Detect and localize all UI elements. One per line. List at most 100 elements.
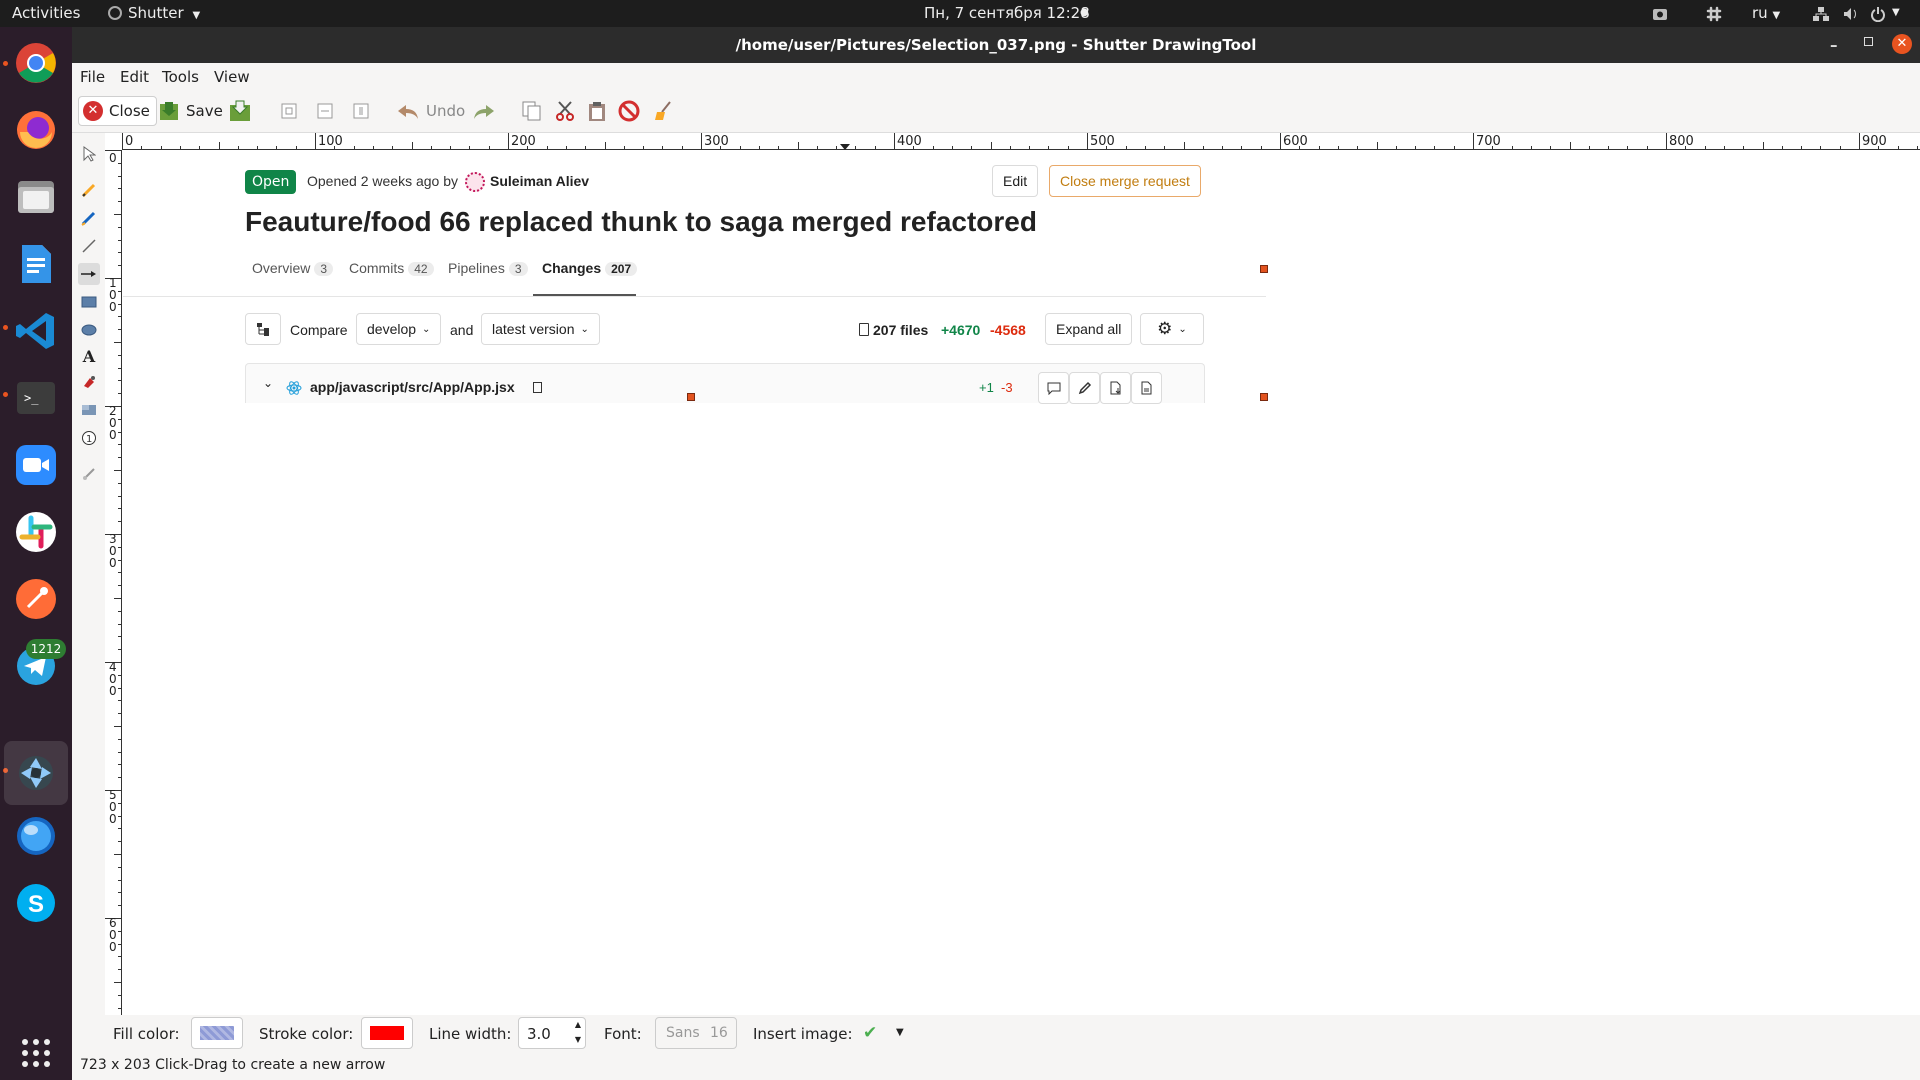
highlighter-tool-icon[interactable] xyxy=(78,207,100,229)
close-window-icon[interactable]: ✕ xyxy=(1892,34,1912,54)
resize-handle[interactable] xyxy=(687,393,695,401)
undo-button-label: Undo xyxy=(426,102,466,120)
stroke-color-button[interactable] xyxy=(361,1017,413,1049)
language-indicator[interactable]: ru ▼ xyxy=(1752,4,1780,22)
zoom-in-icon xyxy=(281,103,297,119)
files-icon[interactable] xyxy=(10,171,62,223)
text-tool-icon[interactable]: A xyxy=(78,345,100,367)
redo-button[interactable] xyxy=(472,96,496,126)
zoom-out-icon xyxy=(317,103,333,119)
arrow-tool-icon[interactable] xyxy=(78,263,100,285)
copy-path-icon xyxy=(533,382,542,393)
additions-count: +4670 xyxy=(941,322,981,338)
checkmark-icon[interactable]: ✔ xyxy=(863,1023,877,1043)
censor-tool-icon[interactable] xyxy=(78,371,100,393)
globe-app-icon[interactable] xyxy=(10,810,62,862)
clear-button[interactable] xyxy=(652,96,674,126)
resize-handle[interactable] xyxy=(1260,393,1268,401)
ruler-label: 0 xyxy=(109,151,117,165)
close-button[interactable]: ✕ Close xyxy=(78,96,157,126)
firefox-icon[interactable] xyxy=(10,104,62,156)
shutter-icon[interactable] xyxy=(4,741,68,805)
cut-button[interactable] xyxy=(554,96,576,126)
file-arrow-icon xyxy=(1110,381,1120,395)
select-tool-icon[interactable] xyxy=(78,143,100,165)
export-button[interactable] xyxy=(228,96,252,126)
line-width-spinner[interactable]: 3.0 ▲ ▼ xyxy=(518,1017,586,1049)
copy-button[interactable] xyxy=(520,96,542,126)
file-additions: +1 xyxy=(979,380,994,395)
toolbar: ✕ Close Save Undo xyxy=(72,90,1920,133)
spin-up-icon[interactable]: ▲ xyxy=(575,1020,581,1029)
number-tool-icon[interactable]: 1 xyxy=(78,427,100,449)
fill-color-label: Fill color: xyxy=(113,1025,180,1043)
svg-text:1: 1 xyxy=(86,434,92,445)
chevron-down-icon[interactable]: ▼ xyxy=(1892,7,1900,18)
crop-tool-icon[interactable] xyxy=(78,463,100,485)
ellipse-tool-icon[interactable] xyxy=(78,319,100,341)
save-button-label: Save xyxy=(186,102,223,120)
menu-edit[interactable]: Edit xyxy=(120,68,149,86)
font-size: 16 xyxy=(710,1025,728,1041)
power-icon[interactable] xyxy=(1870,4,1886,22)
vscode-icon[interactable] xyxy=(10,305,62,357)
ruler-label: 200 xyxy=(511,134,536,149)
paste-button[interactable] xyxy=(586,96,608,126)
chevron-down-icon: ⌄ xyxy=(1178,323,1187,335)
libreoffice-writer-icon[interactable] xyxy=(10,238,62,290)
fill-swatch xyxy=(200,1026,234,1040)
edit-button-label: Edit xyxy=(1003,173,1028,189)
cut-icon xyxy=(556,101,574,121)
copy-icon xyxy=(522,101,541,121)
spin-down-icon[interactable]: ▼ xyxy=(575,1035,581,1044)
avatar xyxy=(465,172,485,192)
slack-tray-icon[interactable] xyxy=(1706,4,1722,22)
shutter-app-menu[interactable]: Shutter ▼ xyxy=(108,4,200,22)
line-tool-icon[interactable] xyxy=(78,235,100,257)
pixelate-tool-icon[interactable] xyxy=(78,399,100,421)
postman-icon[interactable] xyxy=(10,573,62,625)
clock[interactable]: Пн, 7 сентября 12:28 xyxy=(924,4,1090,22)
drawing-tools-panel: A 1 xyxy=(72,133,105,1015)
save-button[interactable]: Save xyxy=(158,96,223,126)
paste-icon xyxy=(589,102,605,121)
skype-icon[interactable]: S xyxy=(10,877,62,929)
opened-text: Opened 2 weeks ago by xyxy=(307,173,458,189)
file-tree-toggle xyxy=(245,313,281,345)
freehand-tool-icon[interactable] xyxy=(78,179,100,201)
font-button[interactable]: Sans 16 xyxy=(655,1017,737,1049)
activities-button[interactable]: Activities xyxy=(12,4,80,22)
chrome-icon[interactable] xyxy=(10,37,62,89)
delete-button[interactable] xyxy=(618,96,640,126)
screenshot-tray-icon[interactable] xyxy=(1652,4,1668,22)
tool-options-bar: Fill color: Stroke color: Line width: 3.… xyxy=(72,1015,1920,1053)
resize-handle[interactable] xyxy=(1260,265,1268,273)
fill-color-button[interactable] xyxy=(191,1017,243,1049)
minimize-icon[interactable]: – xyxy=(1830,36,1838,54)
undo-button[interactable]: Undo xyxy=(396,96,465,126)
close-mr-label: Close merge request xyxy=(1060,173,1190,189)
network-icon[interactable] xyxy=(1812,4,1830,22)
chevron-down-icon[interactable]: ▼ xyxy=(896,1027,904,1038)
zoom-in-button[interactable] xyxy=(280,96,298,126)
window-titlebar[interactable]: /home/user/Pictures/Selection_037.png - … xyxy=(72,27,1920,63)
undo-icon xyxy=(398,105,418,119)
comment-icon xyxy=(1047,382,1060,395)
zoom-fit-button[interactable] xyxy=(352,96,370,126)
ruler-label: 300 xyxy=(704,134,729,149)
zoom-out-button[interactable] xyxy=(316,96,334,126)
screenshot-image: Open Opened 2 weeks ago by Suleiman Alie… xyxy=(123,150,1266,404)
maximize-icon[interactable] xyxy=(1864,37,1873,46)
terminal-icon[interactable]: >_ xyxy=(10,372,62,424)
drawing-canvas[interactable]: Open Opened 2 weeks ago by Suleiman Alie… xyxy=(123,150,1920,1015)
rectangle-tool-icon[interactable] xyxy=(78,291,100,313)
delete-icon xyxy=(618,100,640,122)
status-badge: Open xyxy=(245,170,297,194)
zoom-icon[interactable] xyxy=(10,439,62,491)
menu-file[interactable]: File xyxy=(80,68,105,86)
menu-view[interactable]: View xyxy=(214,68,250,86)
menu-tools[interactable]: Tools xyxy=(162,68,199,86)
slack-icon[interactable] xyxy=(10,506,62,558)
volume-icon[interactable] xyxy=(1842,4,1860,22)
show-applications-icon[interactable] xyxy=(10,1027,62,1079)
